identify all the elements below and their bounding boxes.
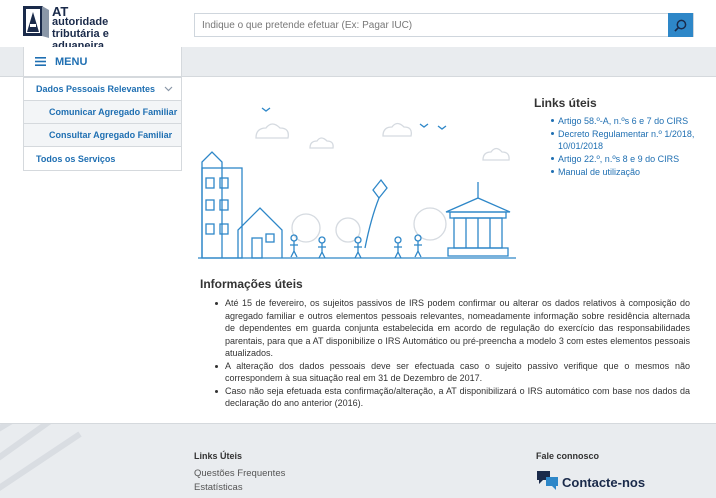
link-artigo-58[interactable]: Artigo 58.º-A, n.ºs 6 e 7 do CIRS [534,115,704,127]
menu-label: MENU [55,55,88,68]
info-item: Até 15 de fevereiro, os sujeitos passivo… [200,297,690,360]
footer-links-title: Links Úteis [194,451,243,461]
chevron-down-icon [164,86,173,92]
footer: Links Úteis Questões Frequentes Estatíst… [0,423,716,498]
top-header: AT autoridade tributária e aduaneira [0,0,716,52]
search-input[interactable] [195,14,670,36]
sidebar-item-label: Consultar Agregado Familiar [49,130,173,140]
at-logo[interactable]: AT autoridade tributária e aduaneira [22,4,162,52]
chat-bubbles-icon [537,471,558,490]
footer-watermark-icon [0,424,82,491]
search-icon [674,19,687,32]
sidebar-item-label: Dados Pessoais Relevantes [36,84,156,94]
sidebar-item-label: Todos os Serviços [36,153,116,164]
hamburger-icon [35,57,46,66]
links-uteis-panel: Links úteis Artigo 58.º-A, n.ºs 6 e 7 do… [534,96,704,179]
sidebar: Dados Pessoais Relevantes Comunicar Agre… [23,77,182,171]
menu-button[interactable]: MENU [23,47,182,77]
footer-link-estatisticas[interactable]: Estatísticas [194,481,285,495]
family-illustration [198,107,516,259]
logo-emblem-icon [23,6,49,38]
sidebar-item-consultar[interactable]: Consultar Agregado Familiar [24,124,181,147]
footer-contact-column: Fale connosco Contacte-nos [536,451,645,490]
informacoes-uteis-section: Informações úteis Até 15 de fevereiro, o… [200,277,690,410]
sidebar-item-label: Comunicar Agregado Familiar [49,107,178,117]
logo-text-autoridade: autoridade [52,16,109,28]
contacte-nos-link[interactable]: Contacte-nos [536,468,645,490]
footer-links-column: Links Úteis Questões Frequentes Estatíst… [194,451,285,495]
search-button[interactable] [668,13,693,37]
footer-contact-title: Fale connosco [536,451,600,461]
sidebar-item-comunicar[interactable]: Comunicar Agregado Familiar [24,101,181,124]
links-uteis-title: Links úteis [534,96,597,110]
sidebar-item-dados-pessoais[interactable]: Dados Pessoais Relevantes [24,78,181,101]
sidebar-item-todos-servicos[interactable]: Todos os Serviços [24,147,181,170]
link-artigo-22[interactable]: Artigo 22.º, n.ºs 8 e 9 do CIRS [534,153,704,165]
link-manual-utilizacao[interactable]: Manual de utilização [534,166,704,178]
info-item: A alteração dos dados pessoais deve ser … [200,360,690,385]
contacte-nos-label: Contacte-nos [562,474,646,490]
footer-link-questoes[interactable]: Questões Frequentes [194,467,285,481]
search-bar [194,13,694,37]
informacoes-uteis-title: Informações úteis [200,277,303,291]
link-decreto-regulamentar[interactable]: Decreto Regulamentar n.º 1/2018, 10/01/2… [534,128,704,152]
info-item: Caso não seja efetuada esta confirmação/… [200,385,690,410]
